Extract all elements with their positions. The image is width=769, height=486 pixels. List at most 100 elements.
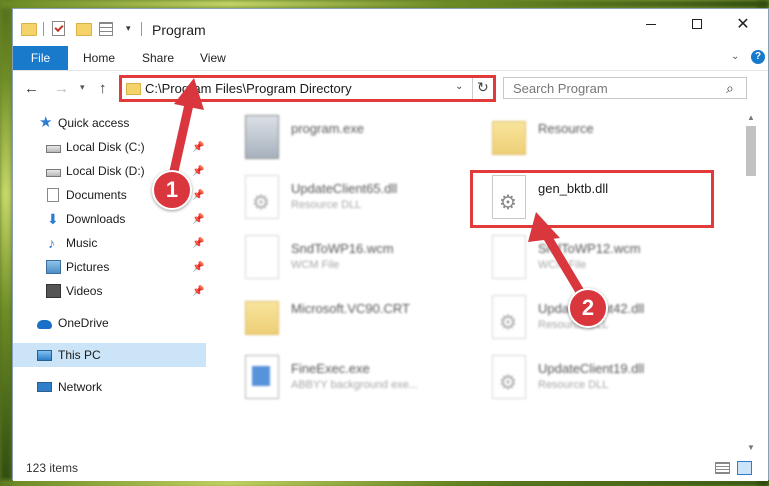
navigation-pane: ★ Quick access Local Disk (C:) 📌 Local D… xyxy=(13,109,206,454)
dll-icon xyxy=(492,355,526,399)
sidebar-item-quick-access[interactable]: ★ Quick access xyxy=(13,111,206,135)
sidebar-item-label: Pictures xyxy=(66,260,110,274)
address-divider xyxy=(472,78,473,99)
close-button[interactable]: ✕ xyxy=(720,9,766,39)
address-bar[interactable]: C:\Program Files\Program Directory ⌄ ↻ xyxy=(119,75,496,102)
file-icon xyxy=(245,235,279,279)
close-icon: ✕ xyxy=(736,16,750,33)
file-name: SndToWP12.wcm xyxy=(538,241,641,256)
step-marker-2: 2 xyxy=(568,288,608,328)
file-name: Microsoft.VC90.CRT xyxy=(291,301,410,316)
sidebar-item-label: Documents xyxy=(66,188,127,202)
file-name: UpdateClient65.dll xyxy=(291,181,398,196)
sidebar-item-pictures[interactable]: Pictures 📌 xyxy=(13,255,206,279)
maximize-button[interactable] xyxy=(674,9,720,39)
file-type: WCM File xyxy=(291,259,340,271)
pin-icon[interactable]: 📌 xyxy=(192,262,204,273)
file-item-updateclient65[interactable]: UpdateClient65.dll Resource DLL xyxy=(231,171,481,226)
tab-share[interactable]: Share xyxy=(142,46,174,70)
pin-icon[interactable]: 📌 xyxy=(192,166,204,177)
status-bar: 123 items xyxy=(13,457,768,481)
file-item-program-exe[interactable]: program.exe xyxy=(231,111,481,166)
minimize-button[interactable] xyxy=(628,9,674,39)
videos-icon xyxy=(46,284,61,298)
expand-ribbon-chevron-icon[interactable]: ⌄ xyxy=(731,51,739,62)
tab-home[interactable]: Home xyxy=(83,46,115,70)
up-arrow-icon[interactable]: ↑ xyxy=(99,80,107,97)
details-view-icon[interactable] xyxy=(715,462,730,474)
item-count: 123 items xyxy=(26,461,79,475)
properties-icon[interactable] xyxy=(99,22,113,36)
customize-toolbar-chevron-icon[interactable]: ▾ xyxy=(126,23,131,41)
file-item-resource[interactable]: Resource xyxy=(478,111,728,166)
sidebar-item-downloads[interactable]: ⬇ Downloads 📌 xyxy=(13,207,206,231)
documents-icon xyxy=(47,188,59,202)
sidebar-item-label: Quick access xyxy=(58,116,130,130)
file-name: program.exe xyxy=(291,121,364,136)
back-arrow-icon[interactable]: ← xyxy=(24,80,39,97)
drive-icon xyxy=(46,144,61,153)
file-name: UpdateClient19.dll xyxy=(538,361,645,376)
title-divider xyxy=(141,22,142,36)
help-icon[interactable]: ? xyxy=(751,50,765,64)
sidebar-item-label: This PC xyxy=(58,348,101,362)
file-name: Resource xyxy=(538,121,594,136)
file-item-sndtowp12[interactable]: SndToWP12.wcm WCM File xyxy=(478,231,728,286)
star-icon: ★ xyxy=(39,114,53,131)
file-type: ABBYY background exe... xyxy=(291,379,418,391)
title-bar: ▾ Program ✕ xyxy=(13,9,768,49)
dll-icon xyxy=(492,295,526,339)
file-item-updateclient19[interactable]: UpdateClient19.dll Resource DLL xyxy=(478,351,728,406)
file-item-sndtowp16[interactable]: SndToWP16.wcm WCM File xyxy=(231,231,481,286)
search-icon[interactable]: ⌕ xyxy=(726,80,734,97)
sidebar-item-music[interactable]: ♪ Music 📌 xyxy=(13,231,206,255)
pin-icon[interactable]: 📌 xyxy=(192,238,204,249)
highlight-box xyxy=(470,170,714,228)
vertical-scrollbar[interactable]: ▲ ▼ xyxy=(743,109,759,454)
file-item-fineexec[interactable]: FineExec.exe ABBYY background exe... xyxy=(231,351,481,406)
pin-icon[interactable]: 📌 xyxy=(192,214,204,225)
sidebar-item-label: Music xyxy=(66,236,98,250)
pin-icon[interactable]: 📌 xyxy=(192,190,204,201)
folder-icon xyxy=(126,83,141,95)
sidebar-item-local-disk-c[interactable]: Local Disk (C:) 📌 xyxy=(13,135,206,159)
search-input[interactable]: Search Program ⌕ xyxy=(503,77,747,99)
sidebar-item-videos[interactable]: Videos 📌 xyxy=(13,279,206,303)
properties-check-icon[interactable] xyxy=(52,21,65,36)
sidebar-item-onedrive[interactable]: OneDrive xyxy=(13,311,206,335)
file-name: SndToWP16.wcm xyxy=(291,241,394,256)
scrollbar-thumb[interactable] xyxy=(746,126,756,176)
minimize-icon xyxy=(646,23,656,25)
tab-file[interactable]: File xyxy=(13,46,68,70)
file-item-microsoft-vc90-crt[interactable]: Microsoft.VC90.CRT xyxy=(231,291,481,346)
this-pc-icon xyxy=(37,349,52,361)
address-dropdown-chevron-icon[interactable]: ⌄ xyxy=(455,81,463,92)
step-marker-1: 1 xyxy=(152,170,192,210)
forward-arrow-icon[interactable]: → xyxy=(54,80,69,97)
scroll-up-arrow-icon[interactable]: ▲ xyxy=(747,113,755,122)
sidebar-item-label: OneDrive xyxy=(58,316,109,330)
exe-icon xyxy=(245,115,279,159)
sidebar-item-this-pc[interactable]: This PC xyxy=(13,343,206,367)
explorer-window: ▾ Program ✕ File Home Share View ⌄ ? ← →… xyxy=(12,8,769,481)
file-type: Resource DLL xyxy=(538,379,609,391)
folder-icon xyxy=(21,23,37,36)
pin-icon[interactable]: 📌 xyxy=(192,286,204,297)
folder-icon xyxy=(245,301,279,335)
file-name: FineExec.exe xyxy=(291,361,370,376)
background-top xyxy=(0,0,769,8)
scroll-down-arrow-icon[interactable]: ▼ xyxy=(747,443,755,452)
new-folder-icon[interactable] xyxy=(76,23,92,36)
sidebar-item-label: Network xyxy=(58,380,103,394)
tab-view[interactable]: View xyxy=(200,46,226,70)
sidebar-item-label: Downloads xyxy=(66,212,126,226)
recent-locations-chevron-icon[interactable]: ▾ xyxy=(80,82,85,93)
address-path[interactable]: C:\Program Files\Program Directory xyxy=(145,81,352,96)
maximize-icon xyxy=(692,19,702,29)
large-icons-view-icon[interactable] xyxy=(737,461,752,475)
pin-icon[interactable]: 📌 xyxy=(192,142,204,153)
file-icon xyxy=(492,235,526,279)
dll-icon xyxy=(245,175,279,219)
refresh-icon[interactable]: ↻ xyxy=(477,79,489,96)
sidebar-item-network[interactable]: Network xyxy=(13,375,206,399)
